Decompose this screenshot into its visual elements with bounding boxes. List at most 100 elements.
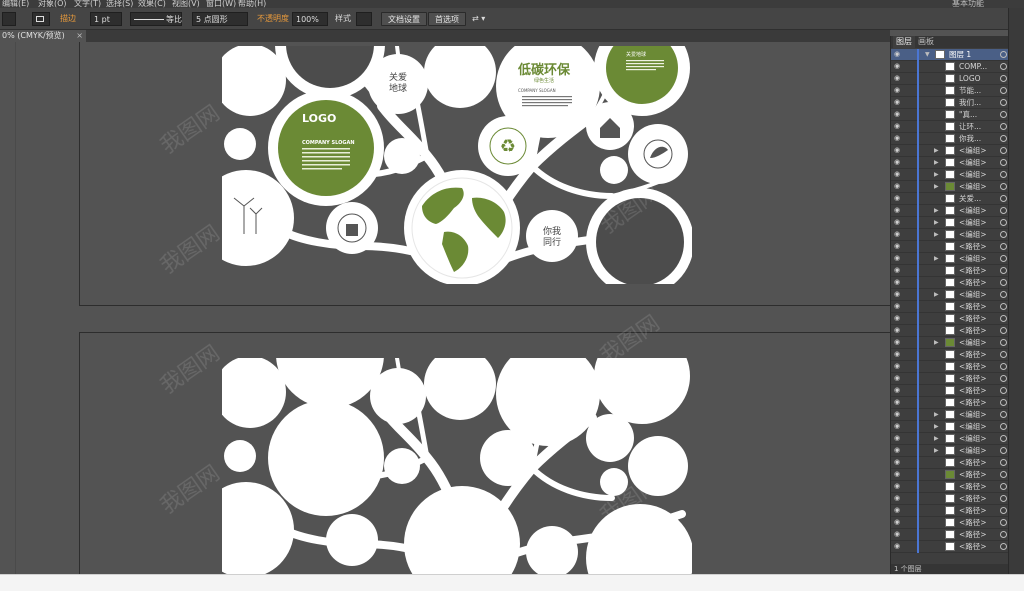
visibility-eye-icon[interactable]: ◉ [894, 159, 902, 166]
menu-item[interactable]: 对象(O) [38, 0, 67, 8]
visibility-eye-icon[interactable]: ◉ [894, 51, 902, 58]
visibility-eye-icon[interactable]: ◉ [894, 495, 902, 502]
sublayer-row[interactable]: ◉ <路径> [891, 469, 1008, 481]
sublayer-row[interactable]: ◉ LOGO [891, 73, 1008, 85]
visibility-eye-icon[interactable]: ◉ [894, 315, 902, 322]
visibility-eye-icon[interactable]: ◉ [894, 327, 902, 334]
visibility-eye-icon[interactable]: ◉ [894, 411, 902, 418]
sublayer-row[interactable]: ◉ ▶ <编组> [891, 181, 1008, 193]
preferences-button[interactable]: 首选项 [428, 12, 466, 26]
target-circle-icon[interactable] [1000, 123, 1007, 130]
layer-row[interactable]: ◉ ▼ 图层 1 [891, 49, 1008, 61]
target-circle-icon[interactable] [1000, 171, 1007, 178]
target-circle-icon[interactable] [1000, 351, 1007, 358]
sublayer-row[interactable]: ◉ "真... [891, 109, 1008, 121]
target-circle-icon[interactable] [1000, 531, 1007, 538]
expand-toggle-icon[interactable]: ▶ [934, 337, 939, 348]
sublayer-row[interactable]: ◉ COMP... [891, 61, 1008, 73]
sublayer-row[interactable]: ◉ <路径> [891, 493, 1008, 505]
visibility-eye-icon[interactable]: ◉ [894, 399, 902, 406]
visibility-eye-icon[interactable]: ◉ [894, 267, 902, 274]
target-circle-icon[interactable] [1000, 219, 1007, 226]
target-circle-icon[interactable] [1000, 207, 1007, 214]
target-circle-icon[interactable] [1000, 447, 1007, 454]
menu-item[interactable]: 窗口(W) [206, 0, 236, 8]
visibility-eye-icon[interactable]: ◉ [894, 447, 902, 454]
target-circle-icon[interactable] [1000, 243, 1007, 250]
sublayer-row[interactable]: ◉ <路径> [891, 397, 1008, 409]
menu-item[interactable]: 视图(V) [172, 0, 200, 8]
sublayer-row[interactable]: ◉ ▶ <编组> [891, 409, 1008, 421]
sublayer-row[interactable]: ◉ <路径> [891, 517, 1008, 529]
expand-toggle-icon[interactable]: ▶ [934, 157, 939, 168]
sublayer-row[interactable]: ◉ <路径> [891, 385, 1008, 397]
target-circle-icon[interactable] [1000, 135, 1007, 142]
tab-layers[interactable]: 图层 [893, 36, 915, 48]
arrange-docs-icon[interactable]: ⇄ ▾ [472, 12, 485, 26]
visibility-eye-icon[interactable]: ◉ [894, 111, 902, 118]
sublayer-row[interactable]: ◉ ▶ <编组> [891, 217, 1008, 229]
visibility-eye-icon[interactable]: ◉ [894, 339, 902, 346]
target-circle-icon[interactable] [1000, 435, 1007, 442]
target-circle-icon[interactable] [1000, 483, 1007, 490]
visibility-eye-icon[interactable]: ◉ [894, 147, 902, 154]
visibility-eye-icon[interactable]: ◉ [894, 507, 902, 514]
sublayer-row[interactable]: ◉ ▶ <编组> [891, 289, 1008, 301]
target-circle-icon[interactable] [1000, 315, 1007, 322]
graphic-style-swatch[interactable] [356, 12, 372, 26]
target-circle-icon[interactable] [1000, 399, 1007, 406]
sublayer-row[interactable]: ◉ <路径> [891, 505, 1008, 517]
sublayer-row[interactable]: ◉ <路径> [891, 349, 1008, 361]
visibility-eye-icon[interactable]: ◉ [894, 231, 902, 238]
expand-toggle-icon[interactable]: ▶ [934, 289, 939, 300]
sublayer-row[interactable]: ◉ ▶ <编组> [891, 205, 1008, 217]
visibility-eye-icon[interactable]: ◉ [894, 279, 902, 286]
target-circle-icon[interactable] [1000, 51, 1007, 58]
target-circle-icon[interactable] [1000, 111, 1007, 118]
artboard-design-cutout[interactable] [222, 358, 692, 574]
target-circle-icon[interactable] [1000, 363, 1007, 370]
document-tab[interactable]: 0% (CMYK/预览) × [0, 30, 86, 42]
target-circle-icon[interactable] [1000, 519, 1007, 526]
visibility-eye-icon[interactable]: ◉ [894, 351, 902, 358]
sublayer-row[interactable]: ◉ <路径> [891, 541, 1008, 553]
visibility-eye-icon[interactable]: ◉ [894, 483, 902, 490]
target-circle-icon[interactable] [1000, 195, 1007, 202]
visibility-eye-icon[interactable]: ◉ [894, 195, 902, 202]
target-circle-icon[interactable] [1000, 87, 1007, 94]
sublayer-row[interactable]: ◉ <路径> [891, 277, 1008, 289]
target-circle-icon[interactable] [1000, 75, 1007, 82]
stroke-weight-field[interactable]: 1 pt [90, 12, 122, 26]
visibility-eye-icon[interactable]: ◉ [894, 543, 902, 550]
expand-toggle-icon[interactable]: ▶ [934, 169, 939, 180]
target-circle-icon[interactable] [1000, 63, 1007, 70]
sublayer-row[interactable]: ◉ <路径> [891, 313, 1008, 325]
visibility-eye-icon[interactable]: ◉ [894, 363, 902, 370]
menu-item[interactable]: 选择(S) [106, 0, 133, 8]
visibility-eye-icon[interactable]: ◉ [894, 291, 902, 298]
expand-toggle-icon[interactable]: ▶ [934, 145, 939, 156]
sublayer-row[interactable]: ◉ <路径> [891, 241, 1008, 253]
visibility-eye-icon[interactable]: ◉ [894, 375, 902, 382]
visibility-eye-icon[interactable]: ◉ [894, 75, 902, 82]
stroke-label[interactable]: 描边 [60, 12, 76, 26]
expand-toggle-icon[interactable]: ▶ [934, 409, 939, 420]
visibility-eye-icon[interactable]: ◉ [894, 87, 902, 94]
visibility-eye-icon[interactable]: ◉ [894, 255, 902, 262]
stroke-color-swatch[interactable] [32, 12, 50, 26]
visibility-eye-icon[interactable]: ◉ [894, 471, 902, 478]
sublayer-row[interactable]: ◉ <路径> [891, 457, 1008, 469]
target-circle-icon[interactable] [1000, 267, 1007, 274]
target-circle-icon[interactable] [1000, 159, 1007, 166]
document-setup-button[interactable]: 文档设置 [381, 12, 427, 26]
visibility-eye-icon[interactable]: ◉ [894, 459, 902, 466]
visibility-eye-icon[interactable]: ◉ [894, 99, 902, 106]
expand-toggle-icon[interactable]: ▶ [934, 217, 939, 228]
sublayer-row[interactable]: ◉ 节能... [891, 85, 1008, 97]
target-circle-icon[interactable] [1000, 543, 1007, 550]
sublayer-row[interactable]: ◉ ▶ <编组> [891, 337, 1008, 349]
menu-item[interactable]: 帮助(H) [238, 0, 266, 8]
sublayer-row[interactable]: ◉ <路径> [891, 301, 1008, 313]
expand-toggle-icon[interactable]: ▶ [934, 181, 939, 192]
target-circle-icon[interactable] [1000, 279, 1007, 286]
